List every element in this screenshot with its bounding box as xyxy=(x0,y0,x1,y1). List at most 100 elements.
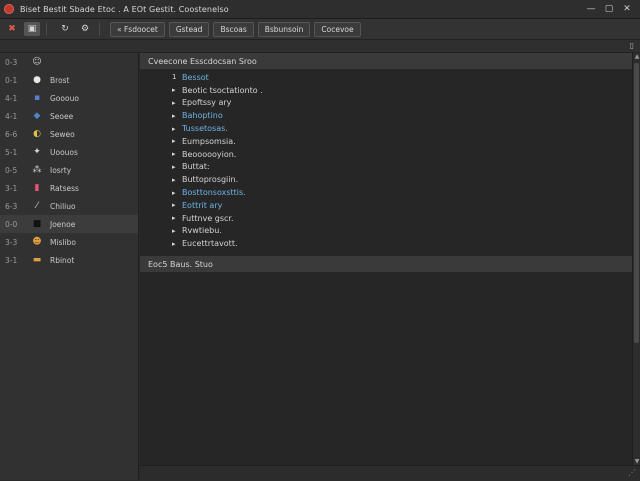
resize-grip-icon[interactable]: ⋰ xyxy=(628,468,636,477)
close-button[interactable]: ✕ xyxy=(618,0,636,18)
toolbar-button-4[interactable]: Bsbunsoin xyxy=(257,21,311,37)
tree-item-label: Futtnve gscr. xyxy=(182,213,234,223)
sidebar-item[interactable]: 4-1 ▪ Gooouo xyxy=(0,89,138,107)
tree-item-label: Buttat: xyxy=(182,162,210,172)
expand-arrow-icon[interactable]: ▸ xyxy=(172,240,176,248)
sidebar-item[interactable]: 5-1 ✦ Uoouos xyxy=(0,143,138,161)
tree-item[interactable]: ▸ Epoftssy ary xyxy=(140,97,632,110)
tree-item[interactable]: ▸ Buttoprosgiin. xyxy=(140,173,632,186)
tree-item[interactable]: ▸ Eumpsomsia. xyxy=(140,135,632,148)
sidebar-item[interactable]: 0-5 ⁂ Iosrty xyxy=(0,161,138,179)
section-header-bottom[interactable]: Eoc5 Baus. Stuo xyxy=(140,256,632,272)
sidebar-item[interactable]: 3-3 ☻ Mislibo xyxy=(0,233,138,251)
tree-item[interactable]: 1 Bessot xyxy=(140,71,632,84)
title-bar: Biset Bestit Sbade Etoc . A EOt Gestit. … xyxy=(0,0,640,19)
tree-item-label: Eumpsomsia. xyxy=(182,136,236,146)
sidebar-item-number: 0-1 xyxy=(5,75,18,85)
tree-item-label: Beotic tsoctationto . xyxy=(182,85,263,95)
sidebar-item-icon: ✦ xyxy=(33,147,41,157)
tree-item[interactable]: ▸ Bahoptino xyxy=(140,109,632,122)
sidebar-item-number: 4-1 xyxy=(5,93,18,103)
tree-item[interactable]: ▸ Tussetosas. xyxy=(140,122,632,135)
scrollbar-thumb[interactable] xyxy=(634,63,639,343)
expand-arrow-icon[interactable]: ▸ xyxy=(172,137,176,145)
tree-item[interactable]: ▸ Eottrit ary xyxy=(140,199,632,212)
tree-item-label: Epoftssy ary xyxy=(182,98,232,108)
app-icon xyxy=(4,4,14,14)
expand-arrow-icon[interactable]: ▸ xyxy=(172,163,176,171)
square-icon[interactable]: ▣ xyxy=(24,22,40,36)
toolbar-divider xyxy=(46,22,47,36)
sidebar-item-number: 5-1 xyxy=(5,147,18,157)
sidebar-item-label: Rbinot xyxy=(50,255,75,265)
tree-item[interactable]: ▸ Buttat: xyxy=(140,161,632,174)
sidebar-item[interactable]: 3-1 ▬ Rbinot xyxy=(0,251,138,269)
window-title: Biset Bestit Sbade Etoc . A EOt Gestit. … xyxy=(20,4,229,14)
sidebar-item-label: Joenoe xyxy=(50,219,76,229)
tree-item-label: Eucettrtavott. xyxy=(182,239,238,249)
toolbar-button-2[interactable]: Gstead xyxy=(168,21,210,37)
minimize-button[interactable]: — xyxy=(582,0,600,18)
sidebar-item-label: Chiliuo xyxy=(50,201,76,211)
sidebar-item-icon: ▪ xyxy=(33,93,41,103)
tree-item[interactable]: ▸ Bosttonsoxsttis. xyxy=(140,186,632,199)
scroll-up-icon[interactable]: ▲ xyxy=(633,53,640,60)
panel-toggle-icon[interactable]: ▯ xyxy=(630,41,634,50)
sidebar-item-label: Seweo xyxy=(50,129,75,139)
sidebar-item-label: Iosrty xyxy=(50,165,72,175)
tree-list: 1 Bessot ▸ Beotic tsoctationto . ▸ Epoftssy a… xyxy=(140,71,632,250)
main-panel: Cveecone Esscdocsan Sroo 1 Bessot ▸ Beotic … xyxy=(140,53,632,465)
section-header-top[interactable]: Cveecone Esscdocsan Sroo xyxy=(140,53,632,69)
refresh-icon[interactable]: ↻ xyxy=(57,22,73,36)
sidebar-item-icon: ▮ xyxy=(34,183,40,193)
sidebar-item-icon: ☺ xyxy=(32,57,42,67)
expand-arrow-icon[interactable]: ▸ xyxy=(172,201,176,209)
tree-item-label: Bessot xyxy=(182,72,209,82)
toolbar-button-3[interactable]: Bscoas xyxy=(213,21,254,37)
expand-arrow-icon[interactable]: ▸ xyxy=(172,227,176,235)
tree-item-label: Rvwtiebu. xyxy=(182,226,222,236)
expand-arrow-icon[interactable]: ▸ xyxy=(172,189,176,197)
toolbar-button-back[interactable]: « Fsdoocet xyxy=(110,21,165,37)
tree-item[interactable]: ▸ Beotic tsoctationto . xyxy=(140,84,632,97)
expand-arrow-icon[interactable]: 1 xyxy=(172,73,176,81)
sidebar-item-icon: ◆ xyxy=(33,111,41,121)
expand-arrow-icon[interactable]: ▸ xyxy=(172,176,176,184)
sidebar-item[interactable]: 4-1 ◆ Seoee xyxy=(0,107,138,125)
sidebar-item-icon: ▬ xyxy=(32,255,42,265)
status-bar: ⋰ xyxy=(140,465,640,481)
tree-item[interactable]: ▸ Eucettrtavott. xyxy=(140,237,632,250)
vertical-scrollbar[interactable]: ▲ ▼ xyxy=(632,53,640,465)
tree-item[interactable]: ▸ Rvwtiebu. xyxy=(140,225,632,238)
tree-item[interactable]: ▸ Beoooooyion. xyxy=(140,148,632,161)
maximize-button[interactable]: ▢ xyxy=(600,0,618,18)
sub-bar: ▯ xyxy=(0,40,640,53)
sidebar-item-icon: ● xyxy=(33,75,41,85)
sidebar-item-number: 6-3 xyxy=(5,201,18,211)
sidebar-item[interactable]: 0-0 ■ Joenoe xyxy=(0,215,138,233)
sidebar-item[interactable]: 6-6 ◐ Seweo xyxy=(0,125,138,143)
expand-arrow-icon[interactable]: ▸ xyxy=(172,86,176,94)
toolbar-divider xyxy=(99,22,100,36)
expand-arrow-icon[interactable]: ▸ xyxy=(172,150,176,158)
toolbar-button-5[interactable]: Cocevoe xyxy=(314,21,361,37)
sidebar-item-label: Seoee xyxy=(50,111,74,121)
sidebar-item-number: 4-1 xyxy=(5,111,18,121)
sidebar-item-label: Uoouos xyxy=(50,147,78,157)
scroll-down-icon[interactable]: ▼ xyxy=(633,458,640,465)
expand-arrow-icon[interactable]: ▸ xyxy=(172,125,176,133)
tree-item-label: Buttoprosgiin. xyxy=(182,175,239,185)
sidebar-item-icon: ⁂ xyxy=(32,165,42,175)
tree-item[interactable]: ▸ Futtnve gscr. xyxy=(140,212,632,225)
expand-arrow-icon[interactable]: ▸ xyxy=(172,214,176,222)
expand-arrow-icon[interactable]: ▸ xyxy=(172,112,176,120)
sidebar-item[interactable]: 6-3 ⁄ Chiliuo xyxy=(0,197,138,215)
tree-item-label: Tussetosas. xyxy=(182,124,228,134)
record-icon[interactable]: ✖ xyxy=(4,22,20,36)
sidebar-item[interactable]: 0-3 ☺ xyxy=(0,53,138,71)
expand-arrow-icon[interactable]: ▸ xyxy=(172,99,176,107)
sidebar-item[interactable]: 0-1 ● Brost xyxy=(0,71,138,89)
sidebar-item-number: 3-1 xyxy=(5,183,18,193)
sidebar-item[interactable]: 3-1 ▮ Ratsess xyxy=(0,179,138,197)
gear-icon[interactable]: ⚙ xyxy=(77,22,93,36)
